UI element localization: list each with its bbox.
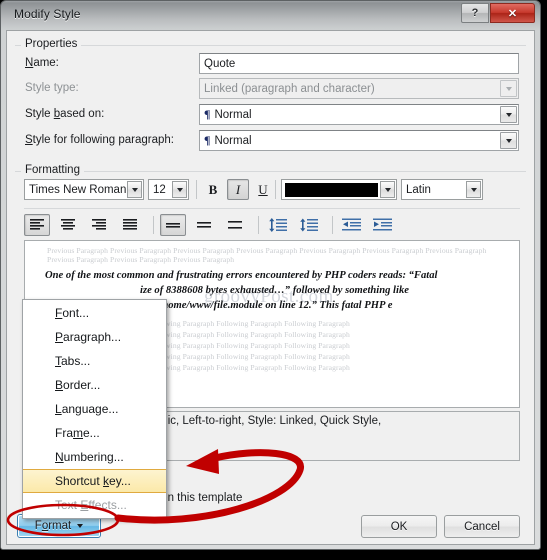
line-spacing-double-button[interactable] [222, 214, 248, 236]
menu-item-label: Paragraph... [55, 330, 122, 344]
pilcrow-icon: ¶ [204, 133, 211, 147]
decrease-indent-button[interactable] [339, 214, 365, 236]
style-based-on-value: Normal [214, 108, 252, 121]
script-value: Latin [406, 183, 431, 196]
menu-item-tabs[interactable]: Tabs... [23, 349, 166, 373]
window-controls: ? ✕ [461, 3, 535, 23]
font-size-combo[interactable]: 12 [148, 179, 189, 200]
style-following-combo[interactable]: ¶ Normal [199, 130, 519, 151]
style-type-label: Style type: [25, 82, 79, 94]
menu-item-shortcut-key[interactable]: Shortcut key... [23, 469, 166, 493]
style-following-value: Normal [214, 134, 252, 147]
toolbar-separator [332, 216, 333, 234]
line-spacing-double-icon [228, 221, 242, 229]
menu-item-label: Tabs... [55, 354, 91, 368]
italic-button[interactable]: I [227, 179, 249, 200]
line-spacing-1-5-icon [197, 222, 211, 228]
align-left-icon [30, 219, 44, 230]
font-color-picker[interactable] [281, 179, 397, 200]
toolbar-separator [196, 180, 197, 199]
script-combo[interactable]: Latin [401, 179, 483, 200]
style-type-combo: Linked (paragraph and character) [199, 78, 519, 99]
increase-indent-button[interactable] [370, 214, 396, 236]
name-label-rest: ame: [33, 57, 59, 69]
preview-sample-line-1: One of the most common and frustrating e… [45, 270, 438, 281]
font-family-combo[interactable]: Times New Roman [24, 179, 144, 200]
increase-indent-icon [373, 218, 392, 231]
pilcrow-icon: ¶ [204, 107, 211, 121]
align-center-icon [61, 219, 75, 230]
align-left-button[interactable] [24, 214, 50, 236]
align-justify-button[interactable] [117, 214, 143, 236]
font-color-swatch [285, 182, 378, 197]
format-menu[interactable]: Font... Paragraph... Tabs... Border... Langu… [22, 299, 167, 519]
dialog-title: Modify Style [14, 7, 81, 21]
toolbar-divider [24, 208, 520, 209]
properties-group-label: Properties [21, 38, 82, 50]
toolbar-separator [258, 216, 259, 234]
chevron-down-icon[interactable] [380, 181, 395, 198]
modify-style-dialog: Modify Style ? ✕ Properties Name: Quote … [0, 0, 547, 560]
chevron-down-icon [500, 80, 517, 97]
style-based-on-label: Style based on: [25, 108, 105, 120]
menu-item-language[interactable]: Language... [23, 397, 166, 421]
menu-item-label: Numbering... [55, 450, 124, 464]
close-button[interactable]: ✕ [490, 3, 535, 23]
increase-space-after-button[interactable] [296, 214, 322, 236]
align-right-icon [92, 219, 106, 230]
menu-item-label: Shortcut key... [55, 474, 131, 488]
chevron-down-icon [77, 524, 84, 528]
align-center-button[interactable] [55, 214, 81, 236]
style-based-on-combo[interactable]: ¶ Normal [199, 104, 519, 125]
style-type-value: Linked (paragraph and character) [204, 82, 375, 95]
menu-item-frame[interactable]: Frame... [23, 421, 166, 445]
align-justify-icon [123, 219, 137, 230]
menu-item-numbering[interactable]: Numbering... [23, 445, 166, 469]
menu-item-font[interactable]: Font... [23, 301, 166, 325]
increase-space-after-icon [300, 218, 318, 231]
title-bar: Modify Style ? ✕ [1, 1, 540, 30]
menu-item-label: Border... [55, 378, 101, 392]
formatting-group-label: Formatting [21, 164, 84, 176]
menu-item-label: Language... [55, 402, 119, 416]
name-value: Quote [204, 57, 236, 70]
help-button[interactable]: ? [461, 3, 489, 23]
underline-button[interactable]: U [252, 179, 274, 200]
chevron-down-icon[interactable] [172, 181, 187, 198]
toolbar-separator [153, 216, 154, 234]
menu-item-border[interactable]: Border... [23, 373, 166, 397]
menu-item-paragraph[interactable]: Paragraph... [23, 325, 166, 349]
chevron-down-icon[interactable] [500, 132, 517, 149]
line-spacing-onehalf-button[interactable] [191, 214, 217, 236]
chevron-down-icon[interactable] [127, 181, 142, 198]
decrease-space-before-icon [269, 217, 287, 232]
cancel-button[interactable]: Cancel [444, 515, 520, 538]
decrease-space-before-button[interactable] [265, 214, 291, 236]
style-following-label: Style for following paragraph: [25, 134, 174, 146]
bold-button[interactable]: B [202, 179, 224, 200]
menu-item-label: Frame... [55, 426, 100, 440]
ok-button[interactable]: OK [361, 515, 437, 538]
line-spacing-single-icon [166, 223, 180, 228]
menu-item-text-effects: Text Effects... [23, 493, 166, 517]
chevron-down-icon[interactable] [500, 106, 517, 123]
menu-item-label: Font... [55, 306, 90, 320]
name-input[interactable]: Quote [199, 53, 519, 74]
font-family-value: Times New Roman [29, 183, 127, 196]
chevron-down-icon[interactable] [466, 181, 481, 198]
align-right-button[interactable] [86, 214, 112, 236]
toolbar-separator [275, 180, 276, 199]
line-spacing-single-button[interactable] [160, 214, 186, 236]
decrease-indent-icon [342, 218, 361, 231]
font-size-value: 12 [153, 183, 166, 196]
preview-sample-line-2: ize of 8388608 bytes exhausted…” followe… [140, 285, 409, 296]
format-button-label: Format [34, 520, 72, 532]
preview-sample-line-3: bytes) in /home/www/file.module on line … [120, 300, 393, 311]
preview-previous-paragraph: Previous Paragraph Previous Paragraph Pr… [47, 246, 487, 264]
name-label: Name: [25, 57, 59, 69]
menu-item-label: Text Effects... [55, 498, 127, 512]
